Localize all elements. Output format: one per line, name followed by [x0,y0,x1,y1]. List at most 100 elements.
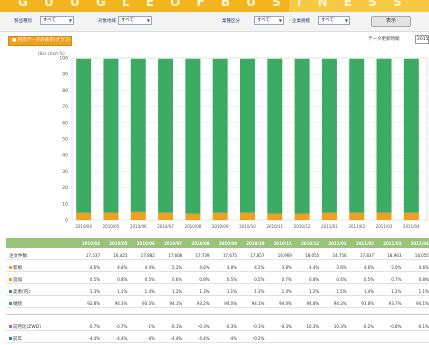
monthly-graph-button[interactable]: ■ 月次データの表示(グラフ) [8,36,72,46]
table-header-row: 2010/04 2010/05 2010/06 2010/07 2010/08 2010/… [6,238,429,248]
y-tick-label: 70 [62,104,68,110]
bar-segment-main [267,58,283,214]
table-cell: -10.3% [305,324,320,329]
table-cell: -4.4% [170,336,183,341]
table-row: 変更(内) 1.3% 1.1% 1.4% 1.2% 1.3% 1.1% 1.3% 1.4% 1.2… [6,286,429,296]
row-label-text: 継続 [13,302,22,307]
table-cell: 14,756 [332,253,347,258]
table-cell: 0.5% [363,277,374,282]
bar-segment-minor [76,212,92,220]
table-cell: 17,608 [168,253,183,258]
table-cell: 16,969 [277,253,292,258]
filter-3-select[interactable]: すべて ▼ [254,16,284,25]
row-label: 新規 [9,265,22,271]
table-cell: -0.7% [88,324,100,329]
x-tick-label: 2010/04 [75,224,92,229]
row-label-text: 前年 [13,337,22,342]
x-tick-label: 2010/05 [103,224,120,229]
x-tick-label: 2010/07 [157,224,174,229]
filter-4-label: 企業規模 [292,19,310,24]
table-cell: 17,537 [86,253,100,258]
table-cell: 4.8% [226,265,237,270]
table-cell: 0.5% [89,277,100,282]
table-cell: 18,055 [414,253,429,258]
column-header: 2010/12 [301,241,320,246]
table-cell: 17,857 [250,253,265,258]
x-tick-label: 2010/10 [239,224,256,229]
bar-segment-minor [158,212,174,220]
table-cell: 0.8% [117,277,128,282]
table-cell: 0.7% [281,277,292,282]
table-cell: -0.2% [362,324,374,329]
filter-4-select[interactable]: すべて ▼ [318,16,350,25]
column-header: 2010/04 [81,241,100,246]
x-tick-label: 2010/06 [130,224,147,229]
x-tick-label: 2010/11 [266,224,283,229]
y-tick-label: 100 [59,56,68,62]
bar-segment-minor [240,212,255,220]
table-row: 追加 0.5% 0.8% 0.5% 0.6% 0.8% 0.5% 0.5% 0.7% 0.8% 0.… [6,274,429,284]
update-time-label: データ更新時間 [368,37,400,42]
filter-1-select[interactable]: すべて ▼ [40,16,74,25]
row-label: 注文件数 [9,253,27,259]
table-cell: 16,425 [113,253,128,258]
column-header: 2011/02 [355,241,374,246]
bar-segment-main [130,58,146,212]
table-cell: -4.4% [88,336,100,341]
bar-segment-minor [267,213,283,220]
table-cell: 0.7% [391,277,402,282]
filter-1-label: 製品種別 [14,19,32,24]
table-cell: 1.2% [309,289,320,294]
table-row: 継続 92.8% 94.3% 93.3% 94.1% 93.2% 94.0% 94.1% 94.… [6,298,429,308]
table-cell: 1.3% [89,289,100,294]
table-cell: -0.2% [252,336,265,341]
column-header: 2011/03 [383,241,402,246]
table-cell: 1.3% [199,289,210,294]
table-cell: 4.6% [418,265,429,270]
update-time-select[interactable]: 2015 [415,35,429,44]
table-cell: 1.4% [144,289,155,294]
display-button[interactable]: 表示 [371,16,411,27]
table-cell: 94.0% [224,301,237,306]
table-cell: -4% [229,336,237,341]
x-tick-label: 2011/02 [348,224,365,229]
table-cell: 17,882 [140,253,155,258]
bar-segment-main [349,58,365,213]
table-cell: 94.1% [416,301,429,306]
table-cell: 1.4% [281,289,292,294]
table-cell: 93.8% [361,301,374,306]
table-cell: 18,963 [387,253,402,258]
table-cell: -0.7% [115,324,128,329]
table-cell: 5.0% [391,265,402,270]
bar-segment-minor [185,213,201,220]
filter-2-select[interactable]: すべて ▼ [118,16,152,25]
column-header: 2010/11 [273,241,292,246]
table-cell: -4.4% [197,336,210,341]
table-cell: 4.6% [199,265,210,270]
x-tick-label: 2011/04 [403,224,420,229]
column-header: 2010/09 [218,241,237,246]
table-cell: -0.8% [389,324,402,329]
table-cell: 93.2% [196,301,210,306]
y-tick-label: 50 [62,137,68,143]
filter-bar: 製品種別 すべて ▼ 対象地域 すべて ▼ 業種区分 すべて ▼ 企業規模 すべて ▼ … [0,12,429,32]
table-cell: 18,055 [305,253,320,258]
table-cell: 94.0% [279,301,292,306]
table-cell: 1.4% [363,289,374,294]
bar-segment-main [403,58,419,213]
table-cell: -0.3% [225,324,237,329]
table-cell: -1% [147,324,155,329]
legend-dot-icon [9,325,12,328]
row-label-text: 新規 [13,266,22,271]
bar-segment-minor [321,212,337,220]
x-tick-label: 2010/09 [212,224,229,229]
table-cell: 1.2% [391,289,402,294]
filter-3-value: すべて [257,18,271,23]
bar-segment-main [158,58,174,213]
bar-segment-main [103,58,119,213]
table-cell: 0.8% [418,277,429,282]
legend-dot-icon [9,302,12,305]
table-cell: -0.3% [280,324,292,329]
data-table: 2010/04 2010/05 2010/06 2010/07 2010/08 2010/… [6,238,429,345]
bar-segment-main [212,58,228,213]
